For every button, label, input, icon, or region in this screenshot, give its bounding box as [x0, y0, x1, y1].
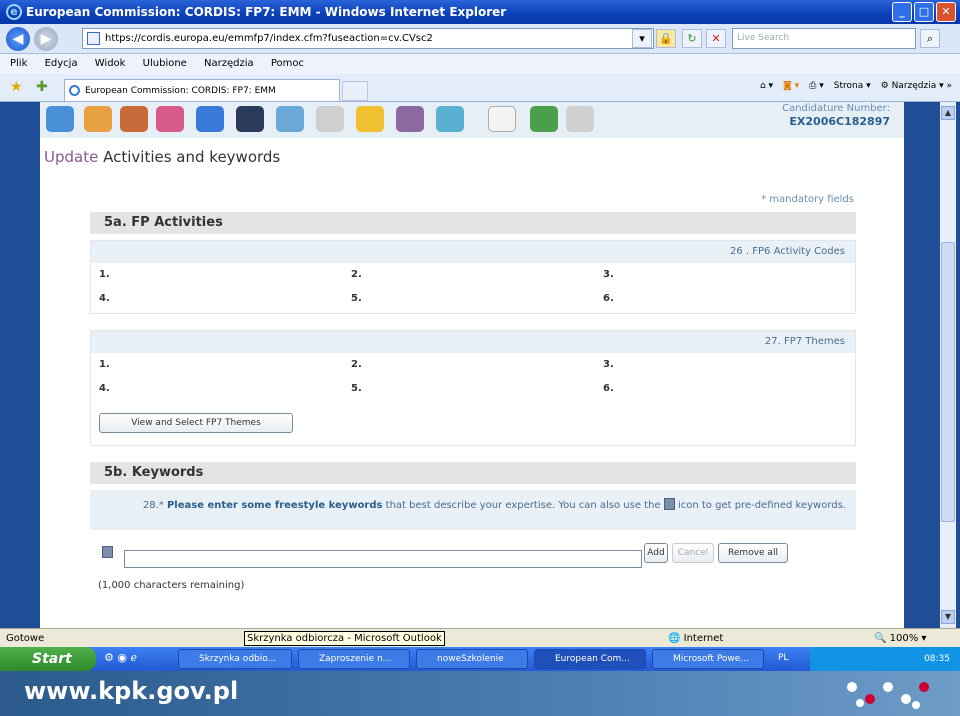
start-button[interactable]: Start: [0, 647, 96, 671]
window-titlebar: e European Commission: CORDIS: FP7: EMM …: [0, 0, 960, 24]
fp6-box: 26 . FP6 Activity Codes 1. 2. 3. 4. 5. 6.: [90, 240, 856, 314]
ie-logo-icon: e: [6, 4, 22, 20]
zone-label: 🌐 Internet: [668, 633, 724, 644]
characters-remaining: (1,000 characters remaining): [98, 580, 245, 591]
mandatory-note: * mandatory fields: [761, 194, 854, 205]
view-select-fp7-themes-button[interactable]: View and Select FP7 Themes: [99, 413, 293, 433]
task-folder[interactable]: noweSzkolenie: [416, 649, 528, 669]
maximize-button[interactable]: □: [914, 2, 934, 22]
taskbar: Start ⚙ ◉ ℯ Skrzynka odbio... Zaproszeni…: [0, 647, 960, 671]
quick-launch-icons[interactable]: ⚙ ◉ ℯ: [104, 651, 137, 664]
task-powerpoint[interactable]: Microsoft Powe...: [652, 649, 764, 669]
address-toolbar: ◀ ▶ https://cordis.europa.eu/emmfp7/inde…: [0, 24, 960, 54]
keyword-list-icon[interactable]: [663, 498, 675, 510]
keywords-box: 28.* Please enter some freestyle keyword…: [90, 490, 856, 622]
home-icon[interactable]: ⌂ ▾: [760, 81, 773, 91]
new-tab-button[interactable]: [342, 81, 368, 101]
address-field[interactable]: https://cordis.europa.eu/emmfp7/index.cf…: [82, 28, 654, 49]
page-content: Candidature Number: EX2006C182897 Update…: [40, 102, 904, 628]
slide-footer: www.kpk.gov.pl: [0, 671, 960, 716]
bookmark-icon[interactable]: [530, 106, 558, 132]
dropdown-icon[interactable]: ▾: [632, 29, 652, 48]
tab-cordis[interactable]: European Commission: CORDIS: FP7: EMM: [64, 79, 340, 101]
search-input[interactable]: Live Search: [732, 28, 916, 49]
people-icon[interactable]: [276, 106, 304, 132]
abc-list-icon[interactable]: [396, 106, 424, 132]
rss-icon[interactable]: ◙ ▾: [783, 81, 799, 91]
person-icon[interactable]: [120, 106, 148, 132]
fp7-header: 27. FP7 Themes: [91, 331, 855, 353]
tooltip: Skrzynka odbiorcza - Microsoft Outlook: [244, 631, 445, 646]
search-icon[interactable]: ⌕: [920, 29, 940, 48]
menu-edit[interactable]: Edycja: [45, 58, 78, 69]
back-icon[interactable]: ◀: [6, 27, 30, 51]
section-fp-activities: 5a. FP Activities: [90, 212, 856, 234]
navigation-icon-strip: Candidature Number: EX2006C182897: [40, 102, 904, 138]
footer-url: www.kpk.gov.pl: [24, 677, 239, 705]
document-clock-icon[interactable]: [316, 106, 344, 132]
kpk-logo-icon: [847, 682, 929, 709]
task-invitation[interactable]: Zaproszenie n...: [298, 649, 410, 669]
keywords-instructions: 28.* Please enter some freestyle keyword…: [90, 490, 856, 530]
browser-viewport: Candidature Number: EX2006C182897 Update…: [0, 102, 960, 628]
cancel-button[interactable]: Cancel: [672, 543, 714, 563]
cv-arrow-icon[interactable]: [436, 106, 464, 132]
status-bar: Gotowe Skrzynka odbiorcza - Microsoft Ou…: [0, 628, 960, 647]
tab-ie-icon: [69, 85, 80, 96]
forward-icon[interactable]: ▶: [34, 27, 58, 51]
graduation-icon[interactable]: [236, 106, 264, 132]
fp7-box: 27. FP7 Themes 1. 2. 3. 4. 5. 6. View and Se…: [90, 330, 856, 446]
star-icon[interactable]: [356, 106, 384, 132]
chat-icon[interactable]: [156, 106, 184, 132]
user-edit-icon[interactable]: [84, 106, 112, 132]
keyword-input[interactable]: [124, 550, 642, 568]
scroll-up-icon[interactable]: ▲: [941, 106, 955, 120]
menu-view[interactable]: Widok: [95, 58, 126, 69]
system-tray: 08:35: [810, 647, 960, 671]
stop-icon[interactable]: ✕: [706, 29, 726, 48]
add-favorite-icon[interactable]: ✚: [36, 79, 48, 95]
pie-chart-icon[interactable]: [196, 106, 224, 132]
fp6-header: 26 . FP6 Activity Codes: [91, 241, 855, 263]
task-outlook[interactable]: Skrzynka odbio...: [178, 649, 292, 669]
status-text: Gotowe: [6, 633, 45, 644]
tools-menu[interactable]: ⚙ Narzędzia ▾ »: [881, 81, 952, 91]
section-keywords: 5b. Keywords: [90, 462, 856, 484]
refresh-icon[interactable]: ↻: [682, 29, 702, 48]
close-button[interactable]: ✕: [936, 2, 956, 22]
document-edit-icon[interactable]: [566, 106, 594, 132]
page-menu[interactable]: Strona ▾: [834, 81, 871, 91]
info-icon[interactable]: [46, 106, 74, 132]
menu-bar: Plik Edycja Widok Ulubione Narzędzia Pom…: [0, 54, 960, 74]
print-icon[interactable]: ⎙ ▾: [809, 81, 824, 91]
lock-icon[interactable]: 🔒: [656, 29, 676, 48]
add-button[interactable]: Add: [644, 543, 668, 563]
task-ie[interactable]: European Com...: [534, 649, 646, 669]
menu-tools[interactable]: Narzędzia: [204, 58, 254, 69]
language-indicator[interactable]: PL: [778, 653, 788, 663]
minimize-button[interactable]: _: [892, 2, 912, 22]
zoom-level[interactable]: 🔍 100% ▾: [874, 629, 926, 648]
tab-bar: ★ ✚ European Commission: CORDIS: FP7: EM…: [0, 74, 960, 102]
remove-all-button[interactable]: Remove all: [718, 543, 788, 563]
cv-icon[interactable]: [488, 106, 516, 132]
window-title: European Commission: CORDIS: FP7: EMM - …: [26, 5, 507, 19]
favorites-star-icon[interactable]: ★: [10, 79, 23, 95]
clock: 08:35: [924, 654, 950, 664]
scroll-down-icon[interactable]: ▼: [941, 610, 955, 624]
vertical-scrollbar[interactable]: ▲ ▼: [940, 102, 956, 628]
scroll-thumb[interactable]: [941, 242, 955, 522]
candidature-info: Candidature Number: EX2006C182897: [782, 103, 890, 128]
menu-file[interactable]: Plik: [10, 58, 27, 69]
keyword-picker-icon[interactable]: [102, 546, 113, 558]
page-title: Update Activities and keywords: [44, 148, 281, 166]
page-icon: [87, 32, 100, 45]
menu-help[interactable]: Pomoc: [271, 58, 304, 69]
menu-favorites[interactable]: Ulubione: [143, 58, 187, 69]
